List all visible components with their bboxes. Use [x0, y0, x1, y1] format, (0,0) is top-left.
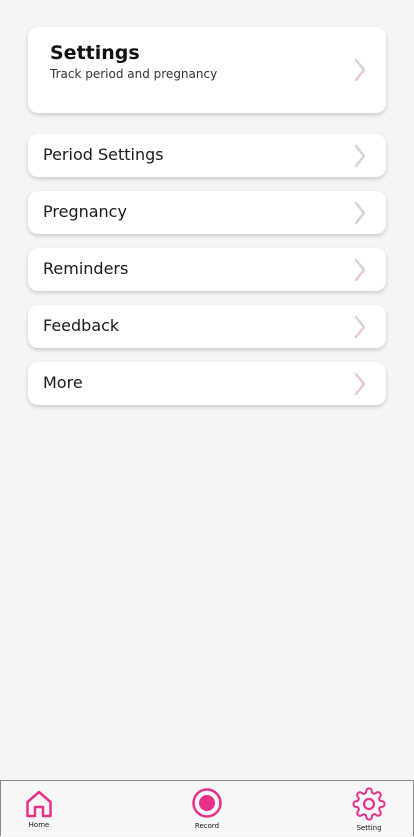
chevron-right-icon	[354, 58, 366, 82]
nav-item-home[interactable]: Home	[9, 781, 69, 837]
record-icon	[191, 787, 223, 823]
menu-item-pregnancy[interactable]: Pregnancy	[28, 191, 386, 234]
page-subtitle: Track period and pregnancy	[50, 67, 218, 81]
bottom-nav: Home Record Setting	[0, 780, 414, 836]
nav-label-setting: Setting	[356, 824, 382, 832]
nav-label-home: Home	[28, 821, 50, 829]
page-title: Settings	[50, 42, 140, 64]
menu-item-label: Feedback	[43, 316, 120, 335]
chevron-right-icon	[354, 144, 366, 168]
menu-item-label: More	[43, 373, 83, 392]
nav-label-record: Record	[194, 822, 220, 830]
home-icon	[25, 789, 53, 823]
nav-item-setting[interactable]: Setting	[339, 781, 399, 837]
chevron-right-icon	[354, 258, 366, 282]
menu-item-label: Pregnancy	[43, 202, 127, 221]
chevron-right-icon	[354, 201, 366, 225]
menu-item-label: Reminders	[43, 259, 129, 278]
menu-item-reminders[interactable]: Reminders	[28, 248, 386, 291]
gear-icon	[352, 787, 386, 825]
menu-item-period-settings[interactable]: Period Settings	[28, 134, 386, 177]
menu-item-feedback[interactable]: Feedback	[28, 305, 386, 348]
chevron-right-icon	[354, 315, 366, 339]
settings-header-card[interactable]: Settings Track period and pregnancy	[28, 27, 386, 113]
menu-item-label: Period Settings	[43, 145, 164, 164]
chevron-right-icon	[354, 372, 366, 396]
menu-item-more[interactable]: More	[28, 362, 386, 405]
nav-item-record[interactable]: Record	[177, 781, 237, 837]
